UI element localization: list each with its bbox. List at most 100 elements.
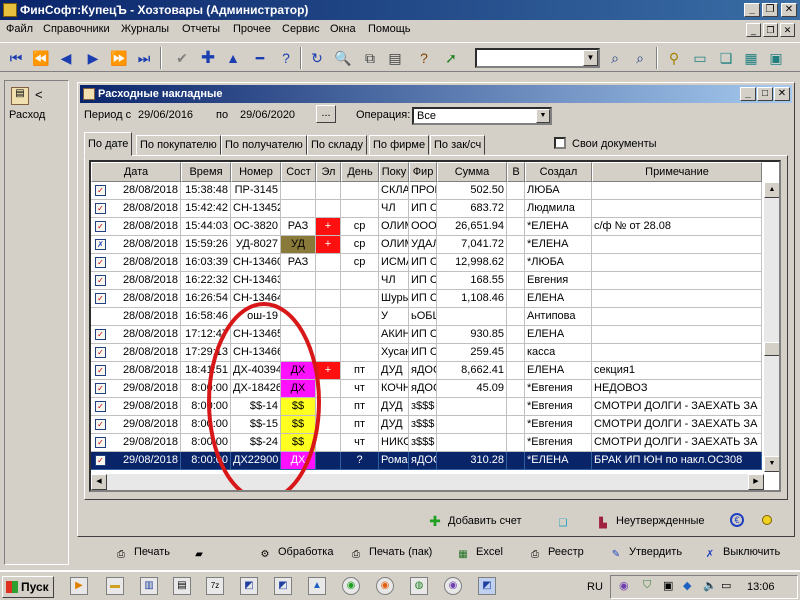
col-creator-header[interactable]: Создал	[525, 162, 592, 182]
col-note-header[interactable]: Примечание	[592, 162, 762, 182]
tab-by-recipient[interactable]: По получателю	[221, 135, 307, 155]
search-icon[interactable]: 🔍	[333, 48, 353, 68]
excel-button[interactable]: ▦ Excel	[456, 546, 503, 562]
find-next-icon[interactable]: ⌕	[630, 48, 650, 68]
col-day-header[interactable]: День	[341, 162, 379, 182]
menu-journals[interactable]: Журналы	[121, 23, 169, 35]
last-record-icon[interactable]: ⏭	[134, 48, 154, 68]
shield-tray-icon[interactable]: ⛉	[643, 579, 651, 592]
media-player-icon[interactable]: ▶	[70, 577, 88, 595]
disable-button[interactable]: ✗ Выключить	[703, 546, 780, 562]
col-v-header[interactable]: В	[507, 162, 525, 182]
menu-windows[interactable]: Окна	[330, 23, 356, 35]
inner-close-button[interactable]: ✕	[774, 87, 790, 101]
settings-icon[interactable]: ▣	[766, 48, 786, 68]
next-page-icon[interactable]: ⏩	[109, 48, 129, 68]
viber-icon[interactable]: ◉	[444, 577, 462, 595]
refresh-icon[interactable]: ↻	[307, 48, 327, 68]
date-from[interactable]: 29/06/2016	[138, 109, 193, 121]
date-to[interactable]: 29/06/2020	[240, 109, 295, 121]
invoices-grid[interactable]: Дата Время Номер Сост Эл День Поку Фир Сумма В Соз…	[89, 160, 781, 492]
quick-search-combo[interactable]: ▼	[475, 48, 600, 68]
vertical-scrollbar[interactable]: ▲ ▼	[764, 182, 779, 472]
col-el-header[interactable]: Эл	[316, 162, 341, 182]
app-icon-11[interactable]: ◍	[410, 577, 428, 595]
folder-icon[interactable]: ▬	[106, 577, 124, 595]
menu-file[interactable]: Файл	[6, 23, 33, 35]
volume-tray-icon[interactable]: 🔈	[703, 579, 717, 592]
app-tray-icon[interactable]: ◆	[683, 579, 691, 592]
triangle-app-icon[interactable]: ▲	[308, 577, 326, 595]
scroll-thumb[interactable]	[764, 342, 779, 356]
expense-icon[interactable]: ▤	[11, 87, 29, 105]
tab-by-date[interactable]: По дате	[84, 132, 133, 156]
display-tray-icon[interactable]: ▭	[721, 579, 731, 592]
chrome-icon[interactable]: ◉	[342, 577, 360, 595]
network-tray-icon[interactable]: ▣	[663, 579, 673, 592]
col-buyer-header[interactable]: Поку	[379, 162, 409, 182]
period-select-button[interactable]: ...	[316, 105, 336, 123]
operation-select[interactable]: Все ▼	[412, 107, 552, 125]
inner-minimize-button[interactable]: _	[740, 87, 756, 101]
filter-icon[interactable]: ?	[276, 48, 296, 68]
binoculars-icon[interactable]: ⌕	[605, 48, 625, 68]
registry-button[interactable]: ⎙ Реестр	[528, 546, 584, 562]
start-button[interactable]: Пуск	[2, 576, 54, 598]
paste-icon[interactable]: ▤	[385, 48, 405, 68]
euro-icon[interactable]: €	[730, 513, 744, 527]
close-button[interactable]: ✕	[781, 3, 797, 17]
next-record-icon[interactable]: ▶	[83, 48, 103, 68]
scroll-left-icon[interactable]: ◀	[91, 474, 107, 490]
collapse-arrow-icon[interactable]: <	[35, 87, 43, 102]
confirm-icon[interactable]: ✔	[172, 48, 192, 68]
active-window-icon[interactable]: ◩	[478, 577, 496, 595]
tab-by-warehouse[interactable]: По складу	[307, 135, 367, 155]
mdi-close-button[interactable]: ✕	[780, 23, 795, 37]
tab-by-order[interactable]: По зак/сч	[430, 135, 486, 155]
menu-directories[interactable]: Справочники	[43, 23, 110, 35]
firefox-icon[interactable]: ◉	[376, 577, 394, 595]
approve-button[interactable]: ✎ Утвердить	[609, 546, 682, 562]
scroll-down-icon[interactable]: ▼	[764, 456, 779, 472]
inner-maximize-button[interactable]: □	[757, 87, 773, 101]
mdi-minimize-button[interactable]: _	[746, 23, 761, 37]
window-app-icon-2[interactable]: ◩	[274, 577, 292, 595]
window-app-icon[interactable]: ◩	[240, 577, 258, 595]
forward-icon[interactable]: ➚	[441, 48, 461, 68]
processing-button[interactable]: ⚙ Обработка	[258, 546, 334, 562]
viber-tray-icon[interactable]: ◉	[619, 579, 629, 592]
cascade-icon[interactable]: ❏	[716, 48, 736, 68]
scroll-up-icon[interactable]: ▲	[764, 182, 779, 198]
document-app-icon[interactable]: ▤	[173, 577, 191, 595]
mdi-restore-button[interactable]: ❐	[763, 23, 778, 37]
tile-icon[interactable]: ▦	[741, 48, 761, 68]
book-app-icon[interactable]: ▥	[140, 577, 158, 595]
col-firm-header[interactable]: Фир	[409, 162, 437, 182]
language-indicator[interactable]: RU	[587, 581, 603, 593]
col-status-header[interactable]: Сост	[281, 162, 316, 182]
window-icon[interactable]: ▭	[690, 48, 710, 68]
chevron-down-icon[interactable]: ▼	[536, 109, 550, 123]
first-record-icon[interactable]: ⏮	[6, 48, 26, 68]
add-icon[interactable]: ✚	[198, 48, 218, 68]
left-panel-label[interactable]: Расход	[9, 109, 45, 121]
copy-icon[interactable]: ⧉	[360, 48, 380, 68]
prev-record-icon[interactable]: ◀	[56, 48, 76, 68]
batch-print-button[interactable]: ⎙ Печать (пак)	[349, 546, 432, 562]
own-documents-checkbox[interactable]	[554, 137, 566, 149]
edit-triangle-icon[interactable]: ▲	[223, 48, 243, 68]
add-invoice-button[interactable]: ✚ Добавить счет	[428, 514, 521, 528]
col-sum-header[interactable]: Сумма	[437, 162, 507, 182]
menu-other[interactable]: Прочее	[233, 23, 271, 35]
yellow-dot-icon[interactable]	[762, 515, 772, 525]
7zip-icon[interactable]: 7z	[206, 577, 224, 595]
delete-icon[interactable]: ━	[250, 48, 270, 68]
unconfirmed-button[interactable]: ▙ Неутвержденные	[596, 515, 704, 531]
horizontal-scrollbar[interactable]: ◀ ▶	[91, 474, 764, 490]
minimize-button[interactable]: _	[744, 3, 760, 17]
clock[interactable]: 13:06	[747, 581, 775, 593]
book-icon[interactable]: ❑	[556, 515, 576, 531]
print-settings-button[interactable]: ▰	[192, 546, 212, 562]
col-number-header[interactable]: Номер	[231, 162, 281, 182]
print-button[interactable]: ⎙ Печать	[114, 546, 170, 562]
